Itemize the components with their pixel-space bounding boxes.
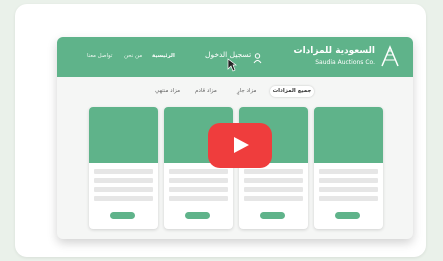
placeholder-line [169,196,228,201]
auction-card-image [89,107,158,163]
mouse-cursor-icon [227,57,238,76]
placeholder-line [244,169,303,174]
auction-card-button[interactable] [335,212,360,219]
placeholder-line [244,187,303,192]
placeholder-line [169,178,228,183]
auction-card[interactable] [314,107,383,229]
auction-card-button[interactable] [185,212,210,219]
nav-item-home[interactable]: الرئيسية [152,53,175,59]
logo-icon [379,44,401,72]
placeholder-line [244,196,303,201]
filter-ended[interactable]: مزاد منتهي [155,88,180,94]
placeholder-line [319,178,378,183]
auction-card-button[interactable] [260,212,285,219]
nav-item-about[interactable]: من نحن [124,53,142,59]
logo-english-text: Saudia Auctions Co. [315,59,375,66]
auction-card-image [314,107,383,163]
site-header: السعودية للمزادات Saudia Auctions Co. تس… [57,37,413,77]
play-icon [234,137,249,153]
placeholder-line [244,178,303,183]
placeholder-line [94,169,153,174]
filter-all-auctions[interactable]: جميع المزادات [270,86,314,97]
play-button[interactable] [208,123,272,168]
video-thumbnail-card[interactable]: السعودية للمزادات Saudia Auctions Co. تس… [15,4,426,257]
placeholder-line [319,169,378,174]
placeholder-line [319,196,378,201]
placeholder-line [94,187,153,192]
filter-upcoming[interactable]: مزاد قادم [195,88,217,94]
user-icon [253,49,262,68]
filter-ongoing[interactable]: مزاد جارٍ [237,88,256,94]
auction-card[interactable] [89,107,158,229]
nav-item-contact[interactable]: تواصل معنا [87,53,112,59]
auction-card-button[interactable] [110,212,135,219]
placeholder-line [169,169,228,174]
placeholder-line [319,187,378,192]
placeholder-line [169,187,228,192]
placeholder-line [94,178,153,183]
placeholder-line [94,196,153,201]
logo-arabic-text: السعودية للمزادات [293,46,375,56]
